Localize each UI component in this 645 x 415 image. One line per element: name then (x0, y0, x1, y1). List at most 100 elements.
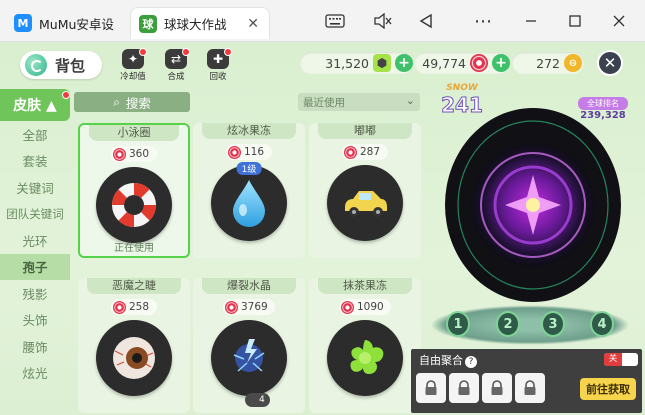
item-card[interactable]: 小泳圈 360 正在使用 (78, 123, 190, 258)
mumu-app-icon: M (14, 14, 32, 32)
gold-coin-icon[interactable]: ⊖ (564, 54, 582, 72)
minimize-icon[interactable] (518, 8, 544, 34)
window-titlebar: M MuMu安卓设 球 球球大作战 ✕ ⋯ (0, 0, 645, 42)
synthesis-label: 合成 (167, 72, 185, 82)
spore-preview-orb (442, 105, 624, 305)
search-icon: ⌕ (113, 94, 120, 109)
item-card[interactable]: 嘟嘟 287 (309, 123, 421, 258)
lightning-crystal-art (211, 320, 287, 396)
item-price: 287 (342, 144, 388, 160)
bag-button[interactable]: 背包 (20, 51, 102, 79)
candy-icon (113, 147, 126, 161)
swim-ring-art (96, 167, 172, 243)
item-card[interactable]: 恶魔之睫 258 (78, 278, 190, 413)
go-get-button[interactable]: 前往获取 (580, 378, 636, 400)
free-combo-toggle[interactable]: 关 (604, 353, 638, 366)
sidebar-item-glow[interactable]: 炫光 (0, 360, 70, 387)
sidebar-item-headwear[interactable]: 头饰 (0, 307, 70, 334)
candy-icon (341, 300, 354, 314)
item-card[interactable]: 爆裂水晶 3769 4 (193, 278, 305, 413)
sidebar-item-afterimage[interactable]: 残影 (0, 280, 70, 307)
search-button[interactable]: ⌕ 搜索 (74, 92, 190, 112)
game-screen: 背包 ✦ 冷却值 ⇄ 合成 ✚ 回收 31,520 ⬢ + 49,774 + 2… (0, 43, 645, 415)
lock-slot[interactable] (515, 373, 545, 403)
mute-icon[interactable] (370, 8, 396, 34)
swirl-icon (25, 54, 47, 76)
sidebar-item-set[interactable]: 套装 (0, 148, 70, 175)
preset-slot-2[interactable]: 2 (496, 311, 520, 337)
candy-icon (225, 300, 238, 314)
game-app-icon: 球 (139, 14, 157, 33)
synthesis-button[interactable]: ⇄ 合成 (161, 48, 191, 82)
lock-icon (458, 380, 470, 395)
maximize-icon[interactable] (562, 8, 588, 34)
window-close-icon[interactable] (606, 8, 632, 34)
item-name: 恶魔之睫 (87, 278, 181, 294)
notification-dot (224, 48, 232, 56)
preset-slot-3[interactable]: 3 (541, 311, 565, 337)
sort-dropdown[interactable]: 最近使用 ⌄ (298, 93, 420, 111)
candy-icon (344, 145, 357, 159)
lock-slot[interactable] (449, 373, 479, 403)
lock-icon (491, 380, 503, 395)
tab-game[interactable]: 球 球球大作战 ✕ (130, 7, 270, 39)
search-label: 搜索 (125, 95, 151, 111)
close-button[interactable]: ✕ (597, 50, 623, 76)
candy-currency: 49,774 + (414, 52, 510, 74)
item-price: 3769 (223, 299, 275, 315)
recycle-button[interactable]: ✚ 回收 (203, 48, 233, 82)
sidebar-item-keyword[interactable]: 关键词 (0, 174, 70, 201)
cooldown-button[interactable]: ✦ 冷却值 (118, 48, 148, 82)
chevron-down-icon: ⌄ (405, 94, 415, 107)
sort-value: 最近使用 (303, 96, 345, 109)
notification-dot (139, 48, 147, 56)
category-sidebar: 皮肤 ▲ 全部 套装 关键词 团队关键词 光环 孢子 残影 头饰 腰饰 炫光 (0, 89, 70, 415)
recycle-label: 回收 (209, 72, 227, 82)
tab-mumu[interactable]: M MuMu安卓设 (6, 7, 136, 39)
eyeball-art (96, 320, 172, 396)
green-jelly-art (327, 320, 403, 396)
notification-dot (182, 48, 190, 56)
gem-currency: 31,520 ⬢ + (300, 52, 413, 74)
item-price: 360 (111, 146, 157, 162)
sidebar-item-halo[interactable]: 光环 (0, 227, 70, 254)
add-candy-button[interactable]: + (492, 54, 510, 72)
free-combo-panel: 自由聚合? 关 前往获取 (411, 349, 642, 413)
item-card[interactable]: 炫冰果冻 116 1级 (193, 123, 305, 258)
tab-label: 球球大作战 (164, 17, 227, 32)
item-name: 爆裂水晶 (202, 278, 296, 294)
preset-slot-1[interactable]: 1 (446, 311, 470, 337)
level-badge: 1级 (236, 162, 262, 175)
lock-slot[interactable] (482, 373, 512, 403)
sidebar-item-team-keyword[interactable]: 团队关键词 (0, 201, 70, 228)
lock-slot[interactable] (416, 373, 446, 403)
candy-amount: 49,774 (422, 55, 466, 71)
notification-dot (62, 91, 70, 99)
keyboard-icon[interactable] (322, 8, 348, 34)
preset-slot-4[interactable]: 4 (590, 311, 614, 337)
item-name: 小泳圈 (89, 125, 179, 141)
more-icon[interactable]: ⋯ (470, 8, 496, 34)
lock-icon (425, 380, 437, 395)
add-gem-button[interactable]: + (395, 54, 413, 72)
sidebar-item-waist[interactable]: 腰饰 (0, 333, 70, 360)
candy-icon (113, 300, 126, 314)
lock-icon (524, 380, 536, 395)
cooldown-label: 冷却值 (120, 72, 146, 82)
sidebar-item-skin[interactable]: 皮肤 ▲ (0, 89, 70, 121)
free-combo-title: 自由聚合? (419, 352, 477, 368)
gem-amount: 31,520 (325, 55, 369, 71)
back-icon[interactable] (413, 8, 439, 34)
snow-label: SNOW (446, 83, 478, 93)
item-card[interactable]: 抹茶果冻 1090 (309, 278, 421, 413)
item-price: 258 (111, 299, 157, 315)
yellow-car-art (327, 165, 403, 241)
sidebar-item-all[interactable]: 全部 (0, 121, 70, 148)
sidebar-item-spore[interactable]: 孢子 (0, 253, 70, 280)
help-icon[interactable]: ? (465, 356, 477, 368)
item-price: 116 (226, 144, 272, 160)
item-name: 嘟嘟 (318, 123, 412, 139)
coin-currency: 272 ⊖ (512, 52, 584, 74)
close-tab-icon[interactable]: ✕ (247, 16, 259, 32)
candy-icon (228, 145, 241, 159)
